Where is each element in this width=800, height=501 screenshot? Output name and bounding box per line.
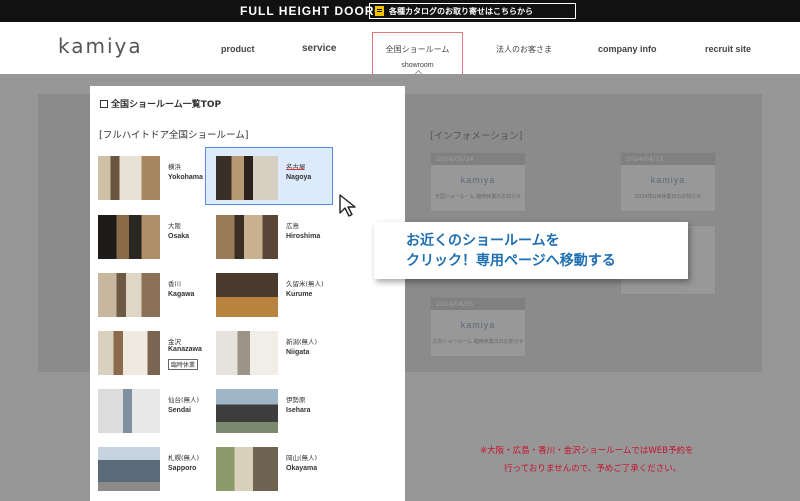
showroom-city: 札幌(無人) [168,454,200,462]
showroom-thumbnail [98,389,160,433]
showroom-card-hiroshima[interactable]: 広島 Hiroshima [216,215,326,259]
nav-company-info[interactable]: company info [598,44,657,54]
catalog-request-label: 各種カタログのお取り寄せはこちらから [389,6,533,16]
showroom-city-en: Niigata [286,349,310,356]
nav-corporate[interactable]: 法人のお客さま [496,44,552,55]
showroom-thumbnail [98,156,160,200]
catalog-icon [375,6,384,16]
showroom-card-niigata[interactable]: 新潟(無人) Niigata [216,331,326,375]
showroom-city-en: Nagoya [286,174,312,181]
note-line-1: ※大阪・広島・香川・金沢ショールームではWEB予約を [480,446,694,456]
showroom-card-isehara[interactable]: 伊勢原 Isehara [216,389,326,433]
web-reservation-note: ※大阪・広島・香川・金沢ショールームではWEB予約を 行っておりませんので、予め… [480,442,693,478]
site-header: kamiya product service 全国ショールーム showroom… [0,22,800,80]
showroom-top-label: 全国ショールーム一覧TOP [111,100,222,110]
showroom-city-en: Sapporo [168,465,197,472]
showroom-city: 久留米(無人) [286,280,324,288]
showroom-city: 香川 [168,280,181,288]
catalog-request-button[interactable]: 各種カタログのお取り寄せはこちらから [369,3,576,19]
showroom-thumbnail [98,447,160,491]
showroom-city: 新潟(無人) [286,338,318,346]
showroom-city: 伊勢原 [286,396,306,404]
showroom-city: 広島 [286,222,299,230]
showroom-card-okayama[interactable]: 岡山(無人) Okayama [216,447,326,491]
showroom-city-en: Okayama [286,465,318,472]
showroom-card-kurume[interactable]: 久留米(無人) Kurume [216,273,326,317]
showroom-card-sendai[interactable]: 仙台(無人) Sendai [98,389,208,433]
showroom-city-en: Kurume [286,291,313,298]
showroom-card-yokohama[interactable]: 横浜 Yokohama [98,156,208,200]
showroom-card-osaka[interactable]: 大阪 Osaka [98,215,208,259]
showroom-card-nagoya[interactable]: 名古屋 Nagoya [216,156,326,200]
callout-line-1: お近くのショールームを [406,233,560,249]
nav-showroom-label: 全国ショールーム [385,45,450,54]
nav-showroom[interactable]: 全国ショールーム showroom [372,32,463,80]
callout-line-2: クリック！専用ページへ移動する [406,253,616,269]
showroom-thumbnail [216,331,278,375]
showroom-city-en: Sendai [168,407,191,414]
showroom-city-en: Kagawa [168,291,195,298]
closed-badge: 臨時休業 [168,359,199,370]
nav-showroom-sub: showroom [401,62,434,69]
showroom-city-en: Yokohama [168,174,203,181]
nav-recruit-site[interactable]: recruit site [705,44,751,54]
showroom-city: 仙台(無人) [168,396,200,404]
showroom-city-en: Kanazawa [168,346,202,353]
instruction-callout: お近くのショールームを クリック！専用ページへ移動する [374,222,688,279]
nav-product[interactable]: product [221,44,255,54]
showroom-thumbnail [98,331,160,375]
showroom-card-sapporo[interactable]: 札幌(無人) Sapporo [98,447,208,491]
showroom-thumbnail [216,156,278,200]
showroom-city: 岡山(無人) [286,454,318,462]
top-banner: FULL HEIGHT DOOR® 各種カタログのお取り寄せはこちらから [0,0,800,22]
showroom-thumbnail [216,215,278,259]
square-icon [100,99,108,108]
showroom-thumbnail [216,447,278,491]
mouse-pointer-icon [339,194,356,217]
showroom-city-en: Hiroshima [286,233,321,240]
nav-service[interactable]: service [302,43,336,54]
showroom-city: 横浜 [168,163,181,171]
showroom-thumbnail [98,273,160,317]
red-underline [286,169,304,170]
showroom-city-en: Osaka [168,233,190,240]
showroom-top-link[interactable]: 全国ショールーム一覧TOP [100,97,221,110]
showroom-thumbnail [216,273,278,317]
full-height-door-brand: FULL HEIGHT DOOR® [240,4,385,18]
showroom-city: 金沢 [168,338,181,346]
showroom-section-title: [フルハイトドア全国ショールーム] [99,130,249,141]
showroom-thumbnail [98,215,160,259]
showroom-city: 大阪 [168,222,181,230]
showroom-card-kagawa[interactable]: 香川 Kagawa [98,273,208,317]
note-line-2: 行っておりませんので、予めご了承ください。 [504,464,682,474]
showroom-city-en: Isehara [286,407,311,414]
showroom-card-kanazawa[interactable]: 金沢 Kanazawa 臨時休業 [98,331,208,375]
kamiya-logo[interactable]: kamiya [58,34,143,58]
showroom-thumbnail [216,389,278,433]
